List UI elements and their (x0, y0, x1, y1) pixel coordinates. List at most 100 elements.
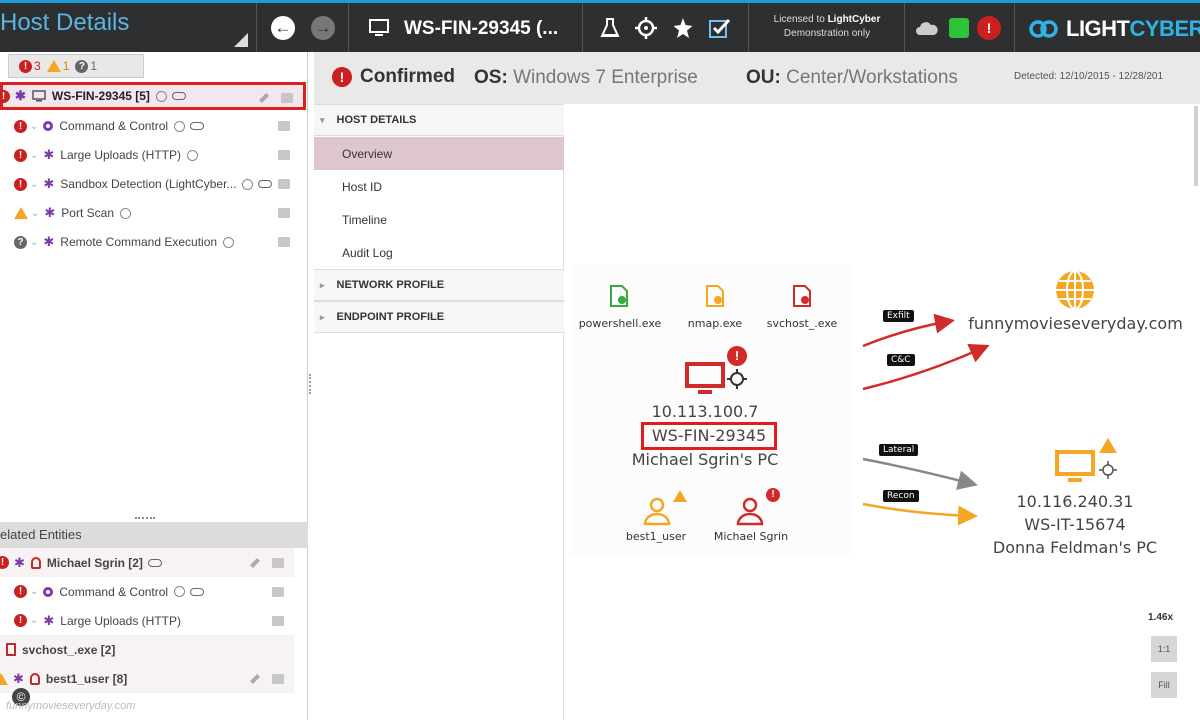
comment-icon[interactable] (272, 558, 284, 568)
host-node[interactable] (685, 362, 725, 401)
command-control-icon (43, 586, 54, 597)
related-item[interactable]: ✱ best1_user [8] (0, 664, 294, 693)
comment-icon[interactable] (272, 616, 284, 626)
process-node[interactable] (792, 284, 812, 313)
related-item[interactable]: svchost_.exe [2] (0, 635, 294, 664)
tree-root-host[interactable]: ! ✱ WS-FIN-29345 [5] (0, 82, 306, 110)
process-node[interactable] (609, 284, 629, 313)
warning-icon (1099, 438, 1117, 453)
nav-item-audit-log[interactable]: Audit Log (314, 236, 564, 269)
chevron-right-icon: ▸ (320, 311, 325, 322)
alert-icon[interactable]: ! (976, 15, 1002, 41)
divider (256, 3, 257, 52)
comment-icon[interactable] (278, 150, 290, 160)
graph-scrollbar[interactable] (1194, 106, 1198, 186)
zoom-actual-size-button[interactable]: 1:1 (1151, 636, 1177, 662)
nav-item-host-id[interactable]: Host ID (314, 170, 564, 203)
comment-icon[interactable] (272, 587, 284, 597)
status-label: Confirmed (360, 66, 455, 87)
related-item[interactable]: ! ✱ Michael Sgrin [2] (0, 548, 294, 577)
nav-item-overview[interactable]: Overview (314, 137, 564, 170)
panel-resize-corner[interactable] (234, 33, 248, 47)
user-node[interactable] (642, 496, 672, 531)
nav-section-endpoint-profile[interactable]: ▸ ENDPOINT PROFILE (314, 301, 564, 333)
nav-section-label: ENDPOINT PROFILE (336, 311, 445, 323)
edge-label-cc[interactable]: C&C (887, 354, 915, 366)
entity-graph[interactable]: Exfilt C&C Lateral Recon powershell.exe … (565, 104, 1200, 720)
chevron-down-icon[interactable]: ⌄ (30, 179, 38, 190)
tree-item[interactable]: ? ⌄ ✱ Remote Command Execution (0, 228, 300, 256)
tree-item[interactable]: ! ⌄ ✱ Large Uploads (HTTP) (0, 141, 300, 169)
unknown-icon: ? (75, 59, 89, 73)
critical-count[interactable]: ! 3 (19, 59, 41, 73)
related-item-label: svchost_.exe [2] (22, 642, 116, 657)
logo-prefix: LIGHT (1066, 16, 1130, 41)
nav-section-network-profile[interactable]: ▸ NETWORK PROFILE (314, 269, 564, 301)
crosshair-icon (174, 120, 186, 132)
edge-label-lateral[interactable]: Lateral (879, 444, 919, 456)
cloud-icon[interactable] (914, 15, 940, 41)
user-node[interactable] (735, 496, 765, 531)
alert-counts: ! 3 1 ? 1 (8, 54, 144, 78)
star-burst-icon[interactable] (670, 15, 696, 41)
tree-item[interactable]: ! ⌄ Command & Control (0, 112, 300, 140)
critical-icon: ! (0, 89, 10, 103)
critical-icon: ! (14, 585, 27, 598)
user-icon (736, 497, 764, 526)
chevron-down-icon[interactable]: ⌄ (30, 237, 38, 248)
tree-item[interactable]: ! ⌄ ✱ Sandbox Detection (LightCyber... (0, 170, 300, 198)
chevron-down-icon[interactable]: ⌄ (30, 586, 38, 597)
comment-icon[interactable] (278, 237, 290, 247)
target-host-node[interactable] (1055, 450, 1095, 489)
status-green-icon[interactable] (946, 15, 972, 41)
watermark: funnymovieseveryday.com (6, 700, 136, 712)
tree-item[interactable]: ⌄ ✱ Port Scan (0, 199, 300, 227)
warning-count[interactable]: 1 (46, 59, 69, 73)
comment-icon[interactable] (281, 93, 293, 103)
related-item-label: best1_user [8] (45, 671, 128, 686)
nav-section-label: NETWORK PROFILE (336, 279, 445, 291)
checklist-icon[interactable] (707, 15, 733, 41)
back-button[interactable]: ← (270, 15, 296, 41)
edge-label-recon[interactable]: Recon (883, 490, 919, 502)
attachment-icon[interactable] (250, 674, 260, 684)
chevron-down-icon[interactable]: ⌄ (31, 208, 39, 219)
os-label: OS: (474, 67, 508, 88)
nav-section-host-details[interactable]: ▾ HOST DETAILS (314, 104, 564, 136)
forward-button[interactable]: → (310, 15, 336, 41)
process-node[interactable] (705, 284, 725, 313)
divider (748, 3, 749, 52)
related-item[interactable]: ! ⌄ Command & Control (0, 577, 294, 606)
vertical-splitter[interactable] (309, 374, 313, 394)
comment-icon[interactable] (278, 208, 290, 218)
nav-item-timeline[interactable]: Timeline (314, 203, 564, 236)
crosshair-icon[interactable] (633, 15, 659, 41)
related-item[interactable]: ! ⌄ ✱ Large Uploads (HTTP) (0, 606, 294, 635)
process-label: nmap.exe (687, 317, 743, 330)
comment-icon[interactable] (272, 674, 284, 684)
file-icon (6, 643, 16, 656)
section-nav: ▾ HOST DETAILS Overview Host ID Timeline … (314, 104, 564, 720)
user-icon (30, 556, 41, 569)
unknown-count[interactable]: ? 1 (75, 59, 97, 73)
top-bar: Host Details ← → WS-FIN-29345 (... Licen… (0, 0, 1200, 52)
splitter-handle[interactable] (135, 517, 155, 520)
edge-label-exfilt[interactable]: Exfilt (883, 310, 914, 322)
attachment-icon[interactable] (259, 93, 269, 103)
chevron-down-icon[interactable]: ⌄ (30, 121, 38, 132)
attachment-icon[interactable] (250, 558, 260, 568)
comment-icon[interactable] (278, 179, 290, 189)
chevron-down-icon[interactable]: ⌄ (30, 615, 38, 626)
domain-node[interactable] (1053, 268, 1097, 317)
domain-label: funnymovieseveryday.com (968, 314, 1183, 333)
zoom-fill-button[interactable]: Fill (1151, 672, 1177, 698)
flask-icon[interactable] (597, 15, 623, 41)
edge-exfilt (862, 313, 955, 348)
related-entities-header: elated Entities (0, 522, 308, 548)
critical-icon: ! (14, 177, 27, 191)
comment-icon[interactable] (278, 121, 290, 131)
crosshair-icon (223, 236, 235, 248)
divider (904, 3, 905, 52)
edge-recon (862, 502, 978, 526)
chevron-down-icon[interactable]: ⌄ (30, 150, 38, 161)
